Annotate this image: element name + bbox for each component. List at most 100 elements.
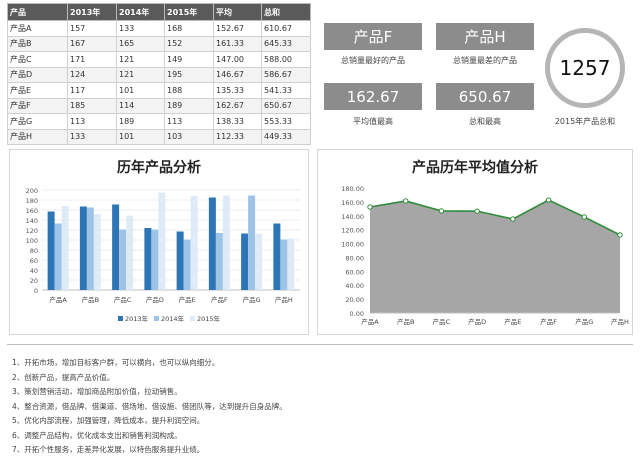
table-cell: 165 [116,35,165,52]
column-header: 2013年 [67,3,117,21]
point-产品F [545,197,552,203]
table-cell: 146.67 [213,66,262,83]
table-cell: 195 [164,66,214,83]
bar-2015年-产品E [190,196,198,290]
table-cell: 117 [67,82,117,99]
x-tick-label: 产品B [397,317,414,326]
table-row: 产品A 157 133 168 152.67 610.67 [7,20,311,37]
x-tick-label: 产品C [433,317,451,326]
y-tick-label: 180 [26,197,38,205]
y-tick-label: 60 [30,257,38,265]
table-cell: 645.33 [261,35,311,52]
bar-2015年-产品H [287,238,295,290]
bar-2014年-产品A [54,223,62,290]
bar-2014年-产品F [215,233,223,290]
table-cell: 586.67 [261,66,311,83]
column-header: 总和 [261,3,311,21]
point-产品A [367,204,373,210]
section-divider [7,344,633,345]
table-body: 产品A 157 133 168 152.67 610.67 产品B 167 165 152 161.… [7,20,311,145]
table-cell: 101 [116,128,165,145]
bar-2015年-产品B [93,214,101,290]
table-cell: 124 [67,66,117,83]
x-tick-label: 产品A [49,295,67,304]
bar-chart-panel: 历年产品分析 0 20 40 60 80 100 120 140 160 180 200 产品A 产品B… [9,149,309,335]
worst-product-box: 产品H [436,23,534,50]
x-tick-label: 产品F [211,295,228,304]
worst-product-value: 产品H [464,28,506,46]
bar-2013年-产品H [273,223,281,290]
table-cell: 185 [67,97,117,114]
table-cell: 449.33 [261,128,311,145]
table-cell: 135.33 [213,82,262,99]
y-tick-label: 100.00 [341,241,364,249]
table-header-row: 产品 2013年 2014年 2015年 平均 总和 [7,3,311,21]
note-item: 2、创新产品，提高产品价值。 [12,372,115,382]
y-tick-label: 80.00 [345,254,364,262]
table-cell: 157 [67,20,117,37]
table-cell: 152.67 [213,20,262,37]
x-tick-label: 产品G [243,295,261,304]
notes-list: 1、开拓市场，增加目标客户群，可以横向，也可以纵向细分。 2、创新产品，提高产品价… [12,356,287,458]
point-产品C [438,208,445,214]
table-cell: 113 [67,113,117,130]
y-tick-label: 0.00 [350,310,364,318]
table-cell: 650.67 [261,97,311,114]
bar-2015年-产品A [61,206,69,290]
note-item: 3、策划营销活动，增加商品附加价值，拉动销售。 [12,387,182,396]
bar-2014年-产品C [119,229,127,290]
bar-2013年-产品B [79,206,87,290]
table-cell: 产品H [7,128,68,145]
max-average-value: 162.67 [346,87,400,106]
y-tick-label: 140.00 [341,213,364,221]
total-2015-label: 2015年产品总和 [554,117,616,126]
y-tick-label: 160 [26,207,38,215]
table-cell: 541.33 [261,82,311,99]
bar-chart: 0 20 40 60 80 100 120 140 160 180 200 产品A 产品B 产品C 产品D 产… [26,187,300,323]
y-tick-label: 20 [30,277,38,285]
legend-swatch [190,316,195,321]
x-tick-label: 产品C [114,295,132,304]
table-cell: 188 [164,82,214,99]
legend-swatch [154,316,159,321]
table-row: 产品G 113 189 113 138.33 553.33 [7,113,311,130]
table-cell: 610.67 [261,20,311,37]
table-cell: 152 [164,35,214,52]
bar-2014年-产品E [183,239,191,290]
column-header: 2015年 [164,3,214,21]
table-cell: 161.33 [213,35,262,52]
point-产品D [474,208,480,214]
table-row: 产品D 124 121 195 146.67 586.67 [7,66,311,83]
note-item: 4、整合资源，借品牌、借渠道、借场地、借设施、借团队等，达到提升自身品牌。 [12,401,287,411]
total-2015-value: 1257 [559,56,611,80]
table-cell: 产品D [7,66,68,83]
max-average-label: 平均值最高 [353,117,393,126]
table-cell: 553.33 [261,113,311,130]
y-tick-label: 120.00 [341,227,364,235]
bar-2013年-产品E [176,231,184,290]
y-tick-label: 120 [26,227,38,235]
table-row: 产品F 185 114 189 162.67 650.67 [7,97,311,114]
table-cell: 产品G [7,113,68,130]
best-product-value: 产品F [353,28,393,46]
point-产品H [617,232,623,238]
column-header: 产品 [7,3,68,21]
y-tick-label: 60.00 [345,268,364,276]
bar-2015年-产品C [126,215,134,290]
y-tick-label: 180.00 [341,185,364,193]
best-product-label: 总销量最好的产品 [341,56,405,65]
table-cell: 112.33 [213,128,262,145]
y-tick-label: 160.00 [341,199,364,207]
x-tick-label: 产品E [179,295,196,304]
bar-2015年-产品D [158,192,166,290]
legend-label: 2015年 [197,314,221,323]
legend-label: 2013年 [125,314,149,323]
table-cell: 产品E [7,82,68,99]
table-cell: 产品C [7,51,68,68]
x-tick-label: 产品H [275,295,293,304]
y-tick-label: 100 [26,237,38,245]
table-row: 产品H 133 101 103 112.33 449.33 [7,128,311,145]
bar-2014年-产品G [248,195,256,290]
table-cell: 138.33 [213,113,262,130]
y-tick-label: 140 [26,217,38,225]
